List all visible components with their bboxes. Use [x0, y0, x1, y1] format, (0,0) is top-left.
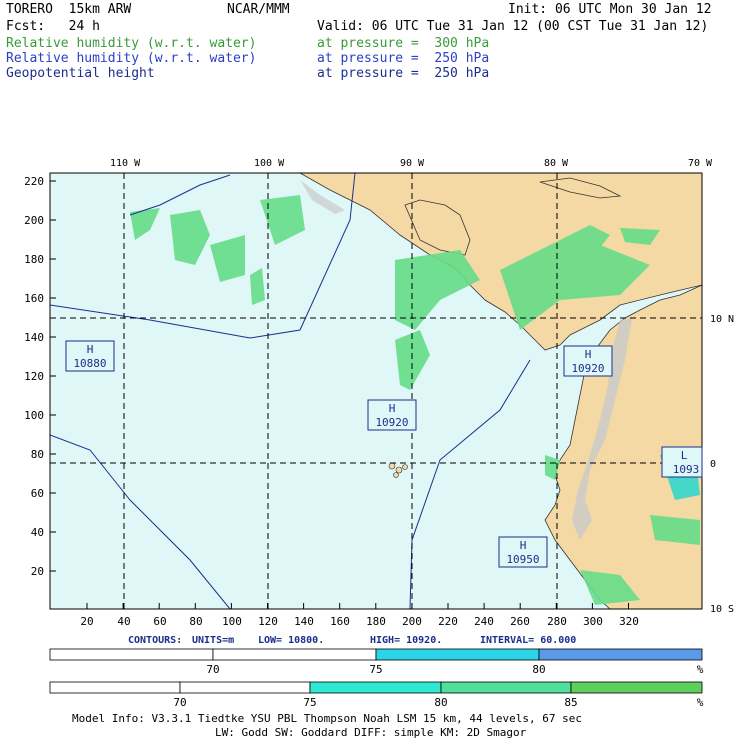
colorbar1-label: 75 — [369, 663, 382, 676]
pressure-center-high: H 10880 — [65, 340, 115, 372]
colorbar-300hpa: 70 75 80 85 % — [49, 681, 704, 709]
x-tick-label: 320 — [619, 615, 639, 628]
lon-label: 110 W — [110, 158, 141, 169]
lat-label: 10 N — [710, 314, 734, 325]
colorbar2-label: 85 — [564, 696, 577, 709]
pressure-center-high: H 10920 — [563, 345, 613, 377]
y-tick-label: 200 — [24, 214, 44, 227]
colorbar1-label: % — [697, 663, 704, 676]
x-tick-label: 120 — [258, 615, 278, 628]
x-tick-label: 40 — [117, 615, 130, 628]
y-tick-label: 180 — [24, 253, 44, 266]
x-tick-label: 240 — [474, 615, 494, 628]
svg-text:10880: 10880 — [73, 357, 106, 370]
y-tick-label: 220 — [24, 175, 44, 188]
x-tick-label: 60 — [153, 615, 166, 628]
x-tick-label: 280 — [547, 615, 567, 628]
svg-text:10950: 10950 — [506, 553, 539, 566]
lat-label: 10 S — [710, 604, 734, 615]
colorbar2-label: % — [697, 696, 704, 709]
lon-label: 90 W — [400, 158, 425, 169]
x-tick-label: 220 — [438, 615, 458, 628]
colorbar2-label: 75 — [303, 696, 316, 709]
y-tick-label: 100 — [24, 409, 44, 422]
x-tick-label: 260 — [510, 615, 530, 628]
pressure-center-high: H 10950 — [498, 536, 548, 568]
y-tick-label: 60 — [31, 487, 44, 500]
x-tick-label: 200 — [402, 615, 422, 628]
x-tick-label: 160 — [330, 615, 350, 628]
contours-label: CONTOURS: — [128, 635, 182, 646]
y-tick-label: 40 — [31, 526, 44, 539]
lon-label: 70 W — [688, 158, 713, 169]
svg-text:H: H — [585, 348, 592, 361]
contours-units: UNITS=m — [192, 635, 234, 646]
y-tick-label: 120 — [24, 370, 44, 383]
x-tick-label: 300 — [583, 615, 603, 628]
lat-label: 0 — [710, 459, 716, 470]
lon-label: 100 W — [254, 158, 285, 169]
x-tick-label: 140 — [294, 615, 314, 628]
svg-text:H: H — [389, 402, 396, 415]
forecast-map: 110 W 100 W 90 W 80 W 70 W 10 N 0 10 S 2… — [24, 158, 734, 739]
svg-text:L: L — [681, 449, 688, 462]
svg-text:10920: 10920 — [375, 416, 408, 429]
contours-interval: INTERVAL= 60.000 — [480, 635, 576, 646]
x-tick-label: 80 — [189, 615, 202, 628]
y-tick-label: 140 — [24, 331, 44, 344]
svg-text:1093: 1093 — [673, 463, 700, 476]
model-info-line1: Model Info: V3.3.1 Tiedtke YSU PBL Thomp… — [72, 712, 582, 725]
x-tick-label: 100 — [222, 615, 242, 628]
svg-text:10920: 10920 — [571, 362, 604, 375]
y-tick-label: 20 — [31, 565, 44, 578]
colorbar1-label: 70 — [206, 663, 219, 676]
colorbar1-label: 80 — [532, 663, 545, 676]
svg-text:H: H — [87, 343, 94, 356]
colorbar2-label: 80 — [434, 696, 447, 709]
colorbar2-label: 70 — [173, 696, 186, 709]
x-tick-label: 180 — [366, 615, 386, 628]
contours-low: LOW= 10800. — [258, 635, 324, 646]
y-tick-label: 80 — [31, 448, 44, 461]
y-tick-label: 160 — [24, 292, 44, 305]
svg-text:H: H — [520, 539, 527, 552]
colorbar-250hpa: 70 75 80 % — [49, 648, 704, 676]
contours-high: HIGH= 10920. — [370, 635, 442, 646]
lon-label: 80 W — [544, 158, 569, 169]
model-info-line2: LW: Godd SW: Goddard DIFF: simple KM: 2D… — [215, 726, 527, 739]
pressure-center-high: H 10920 — [367, 399, 417, 431]
x-tick-label: 20 — [80, 615, 93, 628]
pressure-center-low: L 1093 — [661, 446, 703, 478]
